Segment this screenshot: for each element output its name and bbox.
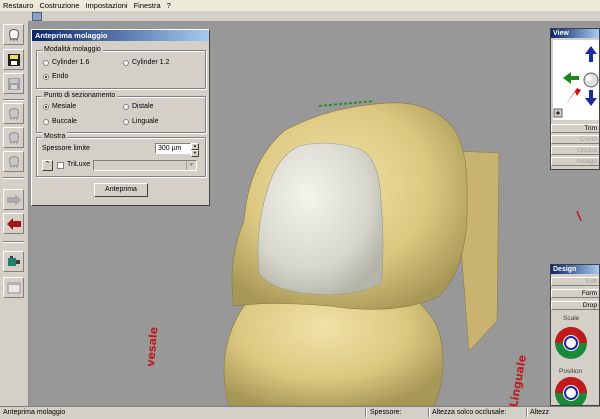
position-control[interactable] <box>553 375 589 405</box>
toolbar-separator <box>3 177 24 179</box>
radio-dot <box>123 103 129 110</box>
menu-bar: Restauro Costruzione Impostazioni Finest… <box>0 0 600 11</box>
status-occlusal-height: Altezza solco occlusale: <box>432 409 507 416</box>
trim-button[interactable]: Trim <box>551 124 599 133</box>
triluxe-select[interactable]: ▼ <box>93 160 197 171</box>
save-button[interactable] <box>3 49 24 70</box>
status-divider <box>365 408 367 417</box>
radio-dot <box>43 118 49 125</box>
radio-cylinder-12[interactable]: Cylinder 1.2 <box>123 59 169 66</box>
status-bar: Anteprima molaggio Spessore: Altezza sol… <box>0 406 600 419</box>
status-height: Altezz <box>530 409 550 416</box>
left-toolbar <box>0 21 29 406</box>
spin-up-icon[interactable]: ▲ <box>191 143 199 150</box>
radio-linguale[interactable]: Linguale <box>123 118 158 125</box>
tooth-gray-icon <box>8 155 19 169</box>
thickness-spinner[interactable]: ▲ ▼ <box>191 143 199 157</box>
radio-label: Cylinder 1.6 <box>52 59 90 66</box>
radio-buccale[interactable]: Buccale <box>43 118 77 125</box>
drop-button[interactable]: Drop <box>551 301 599 310</box>
view-panel-title: View <box>551 29 599 38</box>
tooth-view-1-button[interactable] <box>3 103 24 124</box>
position-label: Position <box>559 368 583 375</box>
next-step-button[interactable] <box>3 189 24 210</box>
radio-label: Mesiale <box>52 103 77 110</box>
scale-label: Scale <box>563 315 580 322</box>
menu-finestra[interactable]: Finestra <box>131 0 164 11</box>
tooth-view-2-button[interactable] <box>3 127 24 148</box>
show-group: Mostra Spessore limite 300 µm ▲ ▼ ⌃ TriL… <box>36 132 206 177</box>
tooth-icon <box>8 28 19 42</box>
menu-restauro[interactable]: Restauro <box>0 0 36 11</box>
triluxe-checkbox[interactable] <box>57 162 64 169</box>
save-icon <box>7 53 20 66</box>
radio-label: Cylinder 1.2 <box>132 59 170 66</box>
window-icon <box>7 282 20 293</box>
tooth-gray-icon <box>8 107 19 121</box>
menu-costruzione[interactable]: Costruzione <box>36 0 82 11</box>
design-panel: Design Edit Form Drop Scale Position <box>550 264 600 406</box>
toolbar-separator <box>3 241 24 243</box>
scale-control[interactable] <box>553 323 589 365</box>
save-as-button[interactable] <box>3 73 24 94</box>
antagonist-button[interactable]: Antago <box>551 157 599 166</box>
design-panel-title: Design <box>551 265 599 274</box>
scale-wheel-icon <box>555 327 587 359</box>
thickness-input[interactable]: 300 µm <box>155 143 191 154</box>
radio-dot <box>123 59 129 66</box>
section-point-label: Punto di sezionamento <box>42 91 118 101</box>
edit-button[interactable]: Edit <box>551 277 599 286</box>
radio-dot-selected <box>43 103 49 110</box>
status-text: Anteprima molaggio <box>3 409 66 416</box>
menu-help[interactable]: ? <box>164 0 174 11</box>
arrow-right-icon <box>6 193 21 206</box>
previous-step-button[interactable] <box>3 213 24 234</box>
position-wheel-icon <box>555 377 587 405</box>
save-disabled-icon <box>7 77 20 90</box>
tooth-view-3-button[interactable] <box>3 151 24 172</box>
dialog-title: Anteprima molaggio <box>32 30 209 41</box>
show-label: Mostra <box>42 132 68 142</box>
contour-button[interactable]: Conto <box>551 135 599 144</box>
status-thickness: Spessore: <box>370 409 402 416</box>
grinding-mode-label: Modalità molaggio <box>42 45 103 55</box>
expand-button[interactable]: ⌃ <box>42 160 53 171</box>
view-panel: View Trim Conto Occlus Antago <box>550 28 600 170</box>
orientation-arrows-icon <box>553 46 599 118</box>
grinding-preview-dialog: Anteprima molaggio Modalità molaggio Cyl… <box>31 29 210 206</box>
toolbar-separator <box>3 99 24 101</box>
window-system-icon[interactable] <box>32 12 42 21</box>
radio-mesiale[interactable]: Mesiale <box>43 103 76 110</box>
section-point-group: Punto di sezionamento Mesiale Distale Bu… <box>36 91 206 133</box>
radio-label: Buccale <box>52 118 77 125</box>
window-button[interactable] <box>3 277 24 298</box>
tool-button[interactable] <box>3 251 24 272</box>
thickness-label: Spessore limite <box>42 145 90 152</box>
arrow-left-red-icon <box>6 217 21 230</box>
radio-label: Linguale <box>132 118 159 125</box>
status-divider <box>526 408 528 417</box>
radio-distale[interactable]: Distale <box>123 103 153 110</box>
status-divider <box>428 408 430 417</box>
spin-down-icon[interactable]: ▼ <box>191 150 199 157</box>
preview-button[interactable]: Anteprima <box>94 183 148 197</box>
radio-dot <box>123 118 129 125</box>
triluxe-label: TriLuxe <box>67 161 91 168</box>
form-button[interactable]: Form <box>551 289 599 298</box>
tooth-gray-icon <box>8 131 19 145</box>
radio-label: Distale <box>132 103 154 110</box>
grinding-mode-group: Modalità molaggio Cylinder 1.6 Cylinder … <box>36 45 206 89</box>
tool-icon <box>7 255 20 266</box>
radio-dot <box>43 59 49 66</box>
radio-endo[interactable]: Endo <box>43 73 68 80</box>
view-orientation-widget[interactable] <box>553 40 599 120</box>
radio-label: Endo <box>52 73 69 80</box>
tooth-button[interactable] <box>3 24 24 45</box>
radio-dot-selected <box>43 73 49 80</box>
menu-impostazioni[interactable]: Impostazioni <box>82 0 130 11</box>
radio-cylinder-16[interactable]: Cylinder 1.6 <box>43 59 89 66</box>
chevrons-up-icon: ⌃ <box>44 161 51 168</box>
chevron-down-icon: ▼ <box>186 161 196 170</box>
occlusal-button[interactable]: Occlus <box>551 146 599 155</box>
